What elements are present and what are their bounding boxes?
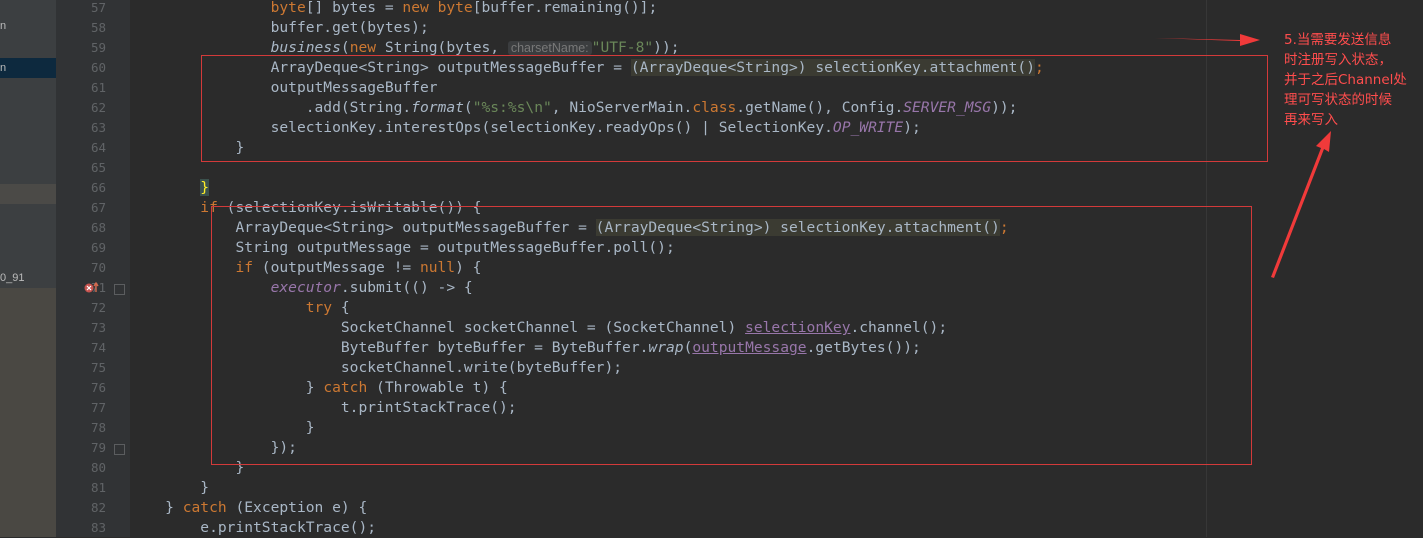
annotation-line: 并于之后Channel处: [1284, 72, 1407, 88]
annotation-arrows: [1155, 34, 1331, 278]
annotation-note: 5.当需要发送信息 时注册写入状态， 并于之后Channel处 理可写状态的时候…: [1284, 30, 1420, 130]
arrow-right-icon: [1155, 34, 1260, 46]
arrow-up-icon: [1271, 131, 1331, 278]
annotation-line: 理可写状态的时候: [1284, 92, 1392, 108]
annotation-line: 时注册写入状态，: [1284, 52, 1392, 68]
annotation-line: 再来写入: [1284, 112, 1338, 128]
annotation-line: 5.当需要发送信息: [1284, 32, 1392, 48]
